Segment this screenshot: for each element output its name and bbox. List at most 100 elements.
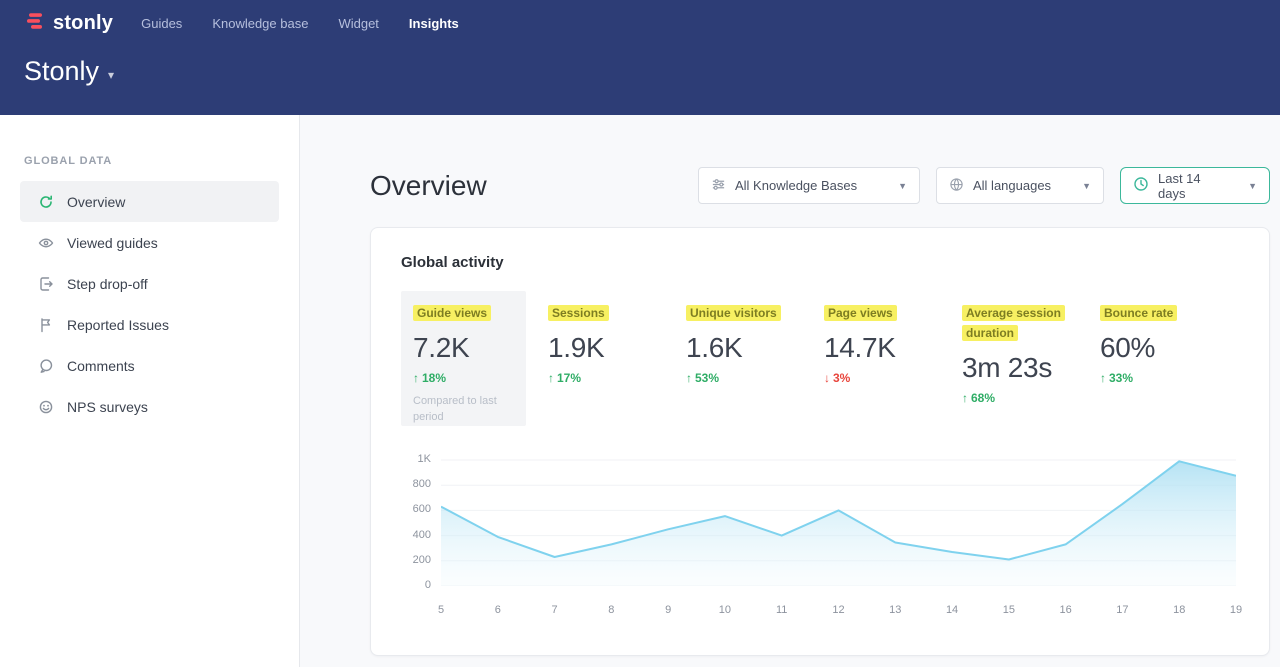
- chevron-down-icon: ▼: [888, 181, 907, 191]
- sidebar-item-viewed-guides[interactable]: Viewed guides: [20, 222, 279, 263]
- global-activity-card: Global activity Guide views 7.2K ↑18% Co…: [370, 227, 1270, 656]
- x-axis-tick-label: 18: [1173, 604, 1185, 616]
- metric-label: Guide views: [413, 305, 491, 321]
- x-axis-tick-label: 19: [1230, 604, 1242, 616]
- filters: All Knowledge Bases ▼ All languages ▼ La…: [698, 167, 1270, 204]
- metric-unique-visitors[interactable]: Unique visitors 1.6K ↑53%: [686, 291, 824, 426]
- language-filter-value: All languages: [973, 178, 1051, 193]
- chevron-down-icon: ▼: [1238, 181, 1257, 191]
- comment-icon: [38, 358, 54, 374]
- eye-icon: [38, 235, 54, 251]
- metric-label: Average session duration: [962, 305, 1065, 341]
- workspace-selector[interactable]: Stonly ▾: [24, 56, 114, 87]
- x-axis-tick-label: 16: [1060, 604, 1072, 616]
- language-filter[interactable]: All languages ▼: [936, 167, 1104, 204]
- arrow-up-icon: ↑: [548, 371, 554, 385]
- nav-knowledge-base[interactable]: Knowledge base: [212, 16, 308, 31]
- card-title: Global activity: [401, 254, 1239, 271]
- metric-label: Unique visitors: [686, 305, 781, 321]
- metric-sessions[interactable]: Sessions 1.9K ↑17%: [548, 291, 686, 426]
- activity-chart-svg: [441, 456, 1236, 586]
- sidebar-item-overview[interactable]: Overview: [20, 181, 279, 222]
- metric-delta: ↑33%: [1100, 371, 1238, 385]
- sidebar-item-comments[interactable]: Comments: [20, 345, 279, 386]
- sidebar-item-label: Overview: [67, 194, 125, 210]
- x-axis-tick-label: 10: [719, 604, 731, 616]
- x-axis-tick-label: 14: [946, 604, 958, 616]
- logo-text: stonly: [53, 12, 113, 35]
- metric-value: 60%: [1100, 332, 1238, 364]
- metric-delta: ↑18%: [413, 371, 514, 385]
- activity-chart: 02004006008001K 56789101112131415: [401, 456, 1239, 619]
- metric-page-views[interactable]: Page views 14.7K ↓3%: [824, 291, 962, 426]
- sidebar-item-step-drop-off[interactable]: Step drop-off: [20, 263, 279, 304]
- x-axis-tick-label: 6: [495, 604, 501, 616]
- chevron-down-icon: ▾: [108, 68, 114, 82]
- chevron-down-icon: ▼: [1072, 181, 1091, 191]
- y-axis-tick-label: 1K: [418, 453, 431, 465]
- y-axis-tick-label: 600: [413, 503, 431, 515]
- page-layout: GLOBAL DATA Overview Viewed guides Step …: [0, 115, 1280, 667]
- sidebar-item-reported-issues[interactable]: Reported Issues: [20, 304, 279, 345]
- sidebar-section-label: GLOBAL DATA: [0, 155, 299, 167]
- nav-insights[interactable]: Insights: [409, 16, 459, 31]
- knowledge-base-filter-value: All Knowledge Bases: [735, 178, 857, 193]
- delta-value: 17%: [557, 371, 581, 385]
- x-axis: 5678910111213141516171819: [441, 591, 1236, 619]
- x-axis-tick-label: 13: [889, 604, 901, 616]
- delta-value: 3%: [833, 371, 850, 385]
- date-range-filter-value: Last 14 days: [1158, 171, 1229, 201]
- arrow-up-icon: ↑: [1100, 371, 1106, 385]
- app-header: stonly Guides Knowledge base Widget Insi…: [0, 0, 1280, 115]
- page-title: Overview: [370, 170, 487, 202]
- metric-label: Sessions: [548, 305, 609, 321]
- sliders-icon: [711, 177, 726, 195]
- sidebar-item-nps-surveys[interactable]: NPS surveys: [20, 386, 279, 427]
- metric-value: 1.6K: [686, 332, 824, 364]
- x-axis-tick-label: 17: [1116, 604, 1128, 616]
- sidebar-item-label: Viewed guides: [67, 235, 158, 251]
- clock-icon: [1133, 176, 1149, 195]
- y-axis-tick-label: 200: [413, 554, 431, 566]
- primary-nav: Guides Knowledge base Widget Insights: [141, 16, 459, 31]
- arrow-up-icon: ↑: [686, 371, 692, 385]
- nav-guides[interactable]: Guides: [141, 16, 182, 31]
- smiley-icon: [38, 399, 54, 415]
- metric-delta: ↑68%: [962, 391, 1100, 405]
- metric-value: 7.2K: [413, 332, 514, 364]
- delta-value: 33%: [1109, 371, 1133, 385]
- main-content: Overview All Knowledge Bases ▼ All langu…: [300, 115, 1280, 667]
- metric-average-session-duration[interactable]: Average session duration 3m 23s ↑68%: [962, 291, 1100, 426]
- y-axis-tick-label: 0: [425, 579, 431, 591]
- metric-note: Compared to last period: [413, 394, 505, 426]
- sidebar-item-label: NPS surveys: [67, 399, 148, 415]
- x-axis-tick-label: 8: [608, 604, 614, 616]
- metric-delta: ↑53%: [686, 371, 824, 385]
- date-range-filter[interactable]: Last 14 days ▼: [1120, 167, 1270, 204]
- page-arrow-icon: [38, 276, 54, 292]
- metric-delta: ↓3%: [824, 371, 962, 385]
- metric-value: 14.7K: [824, 332, 962, 364]
- sidebar: GLOBAL DATA Overview Viewed guides Step …: [0, 115, 300, 667]
- delta-value: 18%: [422, 371, 446, 385]
- sidebar-item-label: Step drop-off: [67, 276, 148, 292]
- globe-icon: [949, 177, 964, 195]
- refresh-circle-icon: [38, 194, 54, 210]
- x-axis-tick-label: 9: [665, 604, 671, 616]
- y-axis: 02004006008001K: [401, 456, 441, 586]
- delta-value: 68%: [971, 391, 995, 405]
- knowledge-base-filter[interactable]: All Knowledge Bases ▼: [698, 167, 920, 204]
- top-nav: stonly Guides Knowledge base Widget Insi…: [24, 0, 1256, 38]
- metric-bounce-rate[interactable]: Bounce rate 60% ↑33%: [1100, 291, 1238, 426]
- sidebar-item-label: Reported Issues: [67, 317, 169, 333]
- y-axis-tick-label: 400: [413, 529, 431, 541]
- stonly-logo-icon: [24, 10, 46, 37]
- workspace-title: Stonly: [24, 56, 99, 87]
- x-axis-tick-label: 7: [552, 604, 558, 616]
- x-axis-tick-label: 11: [776, 604, 787, 616]
- sidebar-item-label: Comments: [67, 358, 135, 374]
- stonly-logo[interactable]: stonly: [24, 10, 113, 37]
- nav-widget[interactable]: Widget: [338, 16, 378, 31]
- metric-guide-views[interactable]: Guide views 7.2K ↑18% Compared to last p…: [401, 291, 526, 426]
- chart-plot: [441, 456, 1236, 591]
